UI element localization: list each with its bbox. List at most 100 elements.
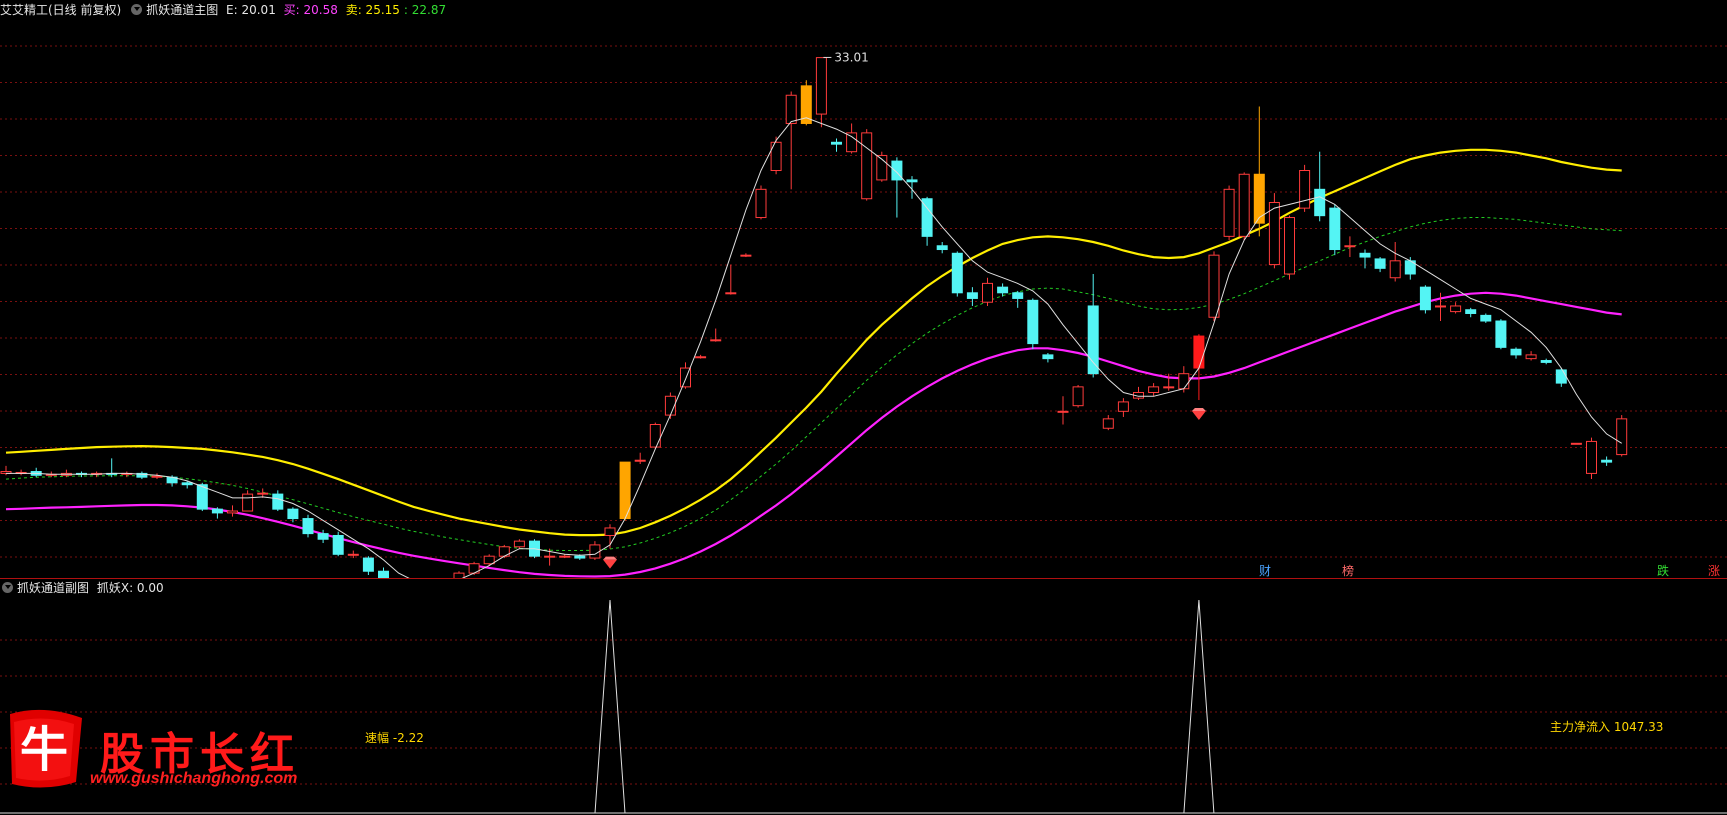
candle [15, 469, 27, 476]
candle-body [332, 534, 344, 555]
candle-body [1117, 401, 1129, 412]
candle [634, 452, 646, 464]
candle [242, 490, 254, 512]
candle-body [574, 555, 586, 559]
candle [332, 531, 344, 557]
candle-body [1178, 373, 1190, 390]
candle-body [861, 132, 873, 200]
event-marker-fall[interactable]: 跌 [1657, 562, 1669, 579]
main-candlestick-chart[interactable]: 33.016.72 [0, 18, 1727, 578]
candle-body [1555, 369, 1567, 384]
candle [302, 514, 314, 538]
candle [1344, 236, 1356, 258]
candle-body [378, 570, 389, 578]
candle [770, 136, 782, 175]
candle-body [347, 553, 359, 556]
candle-body [1223, 188, 1235, 237]
high-price-label: 33.01 [834, 50, 868, 64]
candle-body [725, 292, 737, 295]
candle-body [1601, 459, 1613, 463]
candle-body [891, 160, 903, 181]
candle [1284, 215, 1295, 280]
candle-body [1148, 386, 1160, 394]
event-marker-rise[interactable]: 涨 [1708, 562, 1720, 579]
candle [1314, 151, 1326, 222]
candle-body [1163, 386, 1175, 389]
event-marker-list[interactable]: 榜 [1342, 562, 1354, 579]
candle-body [1057, 410, 1069, 413]
candle [1238, 172, 1250, 241]
dropdown-icon[interactable] [131, 4, 143, 15]
candle [1102, 415, 1114, 431]
candle-body [483, 555, 495, 565]
candle [272, 490, 284, 512]
candle [1480, 313, 1492, 323]
candle [785, 91, 797, 190]
candle-body [1299, 170, 1311, 209]
bull-logo-icon: 牛 [10, 709, 82, 788]
candle-body [362, 557, 374, 572]
candle [1616, 415, 1628, 457]
candle-body [710, 339, 722, 342]
candle-body [1419, 286, 1431, 311]
candle-body [634, 459, 646, 462]
candle [680, 362, 691, 389]
candle [710, 328, 722, 342]
candle [589, 541, 601, 560]
buy-value: 买: 20.58 [283, 3, 338, 17]
candle-body [755, 188, 767, 219]
candle [211, 507, 223, 519]
candle-body [785, 94, 797, 124]
candle-body [1435, 305, 1446, 308]
candle-body [831, 141, 842, 145]
candle [106, 458, 118, 478]
candle-body [1616, 418, 1628, 456]
candle-body [513, 540, 525, 548]
candle [1389, 242, 1401, 282]
watermark-url: www.gushichanghong.com [90, 770, 298, 787]
candle-body [1087, 305, 1099, 375]
candle [136, 471, 148, 480]
candle [1268, 193, 1280, 269]
main-indicator-name[interactable]: 抓妖通道主图 [146, 3, 218, 17]
candle-body [559, 555, 571, 558]
signal-spike [1183, 599, 1215, 814]
candle [936, 242, 948, 254]
sub-indicator-value: 抓妖X: 0.00 [96, 581, 164, 595]
buy-signal-icon [1191, 408, 1206, 421]
speed-label: 速幅 -2.22 [365, 731, 424, 745]
lower-band-line [5, 291, 1622, 578]
candle-body [740, 254, 752, 257]
candle [30, 467, 42, 478]
candle-body [1042, 354, 1054, 360]
candle [1299, 164, 1311, 212]
candle [649, 422, 661, 449]
candle [1555, 368, 1567, 387]
candle [1465, 307, 1477, 318]
dropdown-icon[interactable] [2, 582, 13, 593]
candle-body [1540, 360, 1552, 363]
sell-value: 卖: 25.15 [345, 3, 400, 17]
candle [997, 283, 1009, 297]
event-marker-finance[interactable]: 财 [1259, 562, 1271, 579]
candle [982, 277, 993, 306]
upper-band-line [5, 148, 1622, 537]
candle-body [1072, 386, 1084, 407]
candle-body [1359, 252, 1371, 258]
candle [1586, 437, 1597, 480]
candle [317, 529, 329, 544]
pane-separator[interactable] [0, 578, 1727, 579]
candle-body [951, 252, 963, 294]
candle-body [589, 544, 601, 559]
candle [725, 264, 737, 295]
candle [1525, 351, 1537, 361]
sub-indicator-name[interactable]: 抓妖通道副图 [17, 581, 89, 595]
main-flow-label: 主力净流入 1047.33 [1550, 720, 1664, 734]
candle [966, 287, 978, 306]
candle [453, 571, 465, 578]
candle [846, 123, 858, 154]
candle [1072, 384, 1084, 408]
candle [1329, 204, 1341, 256]
e-value: E: 20.01 [226, 3, 276, 17]
candle [1223, 185, 1235, 241]
